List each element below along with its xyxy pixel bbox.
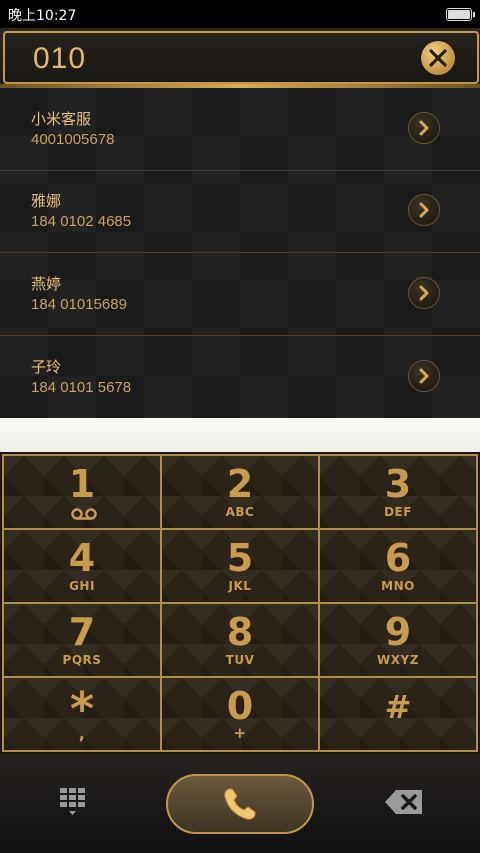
contact-results: 小米客服 4001005678 雅娜 184 0102 4685 燕婷 184 … [0, 88, 480, 418]
phone-icon [224, 788, 256, 820]
key-digit: 7 [68, 610, 96, 654]
contact-phone: 184 0102 4685 [31, 213, 132, 230]
contact-name: 雅娜 [31, 192, 62, 210]
battery-icon [446, 8, 475, 21]
key-digit: 1 [68, 462, 96, 506]
key-letters: ABC [225, 505, 255, 519]
status-time: 晚上10:27 [8, 8, 77, 24]
key-6[interactable]: 6 MNO [318, 528, 478, 604]
key-letters: JKL [228, 579, 252, 593]
contact-name: 小米客服 [31, 110, 92, 128]
key-1[interactable]: 1 [2, 454, 162, 530]
voicemail-icon [71, 508, 97, 520]
chevron-right-icon[interactable] [408, 112, 440, 144]
keypad-icon[interactable] [58, 786, 88, 818]
results-spacer [0, 418, 480, 452]
contact-name: 燕婷 [31, 275, 62, 293]
chevron-right-icon[interactable] [408, 277, 440, 309]
key-9[interactable]: 9 WXYZ [318, 602, 478, 678]
key-letters: , [78, 724, 86, 743]
backspace-icon[interactable] [384, 789, 424, 815]
key-4[interactable]: 4 GHI [2, 528, 162, 604]
contact-row[interactable]: 燕婷 184 01015689 [0, 253, 480, 336]
call-button[interactable] [166, 774, 314, 834]
contact-phone: 184 0101 5678 [31, 379, 132, 396]
dialed-number[interactable]: 010 [33, 42, 86, 76]
key-0[interactable]: 0 + [160, 676, 320, 752]
key-letters: TUV [225, 653, 255, 667]
dial-pad: 1 2 ABC 3 DEF 4 GHI 5 JKL 6 MNO 7 PQRS 8… [0, 452, 480, 754]
chevron-right-icon[interactable] [408, 360, 440, 392]
contact-row[interactable]: 小米客服 4001005678 [0, 88, 480, 171]
key-digit: 9 [384, 610, 412, 654]
key-letters: DEF [384, 505, 412, 519]
key-letters: WXYZ [377, 653, 419, 667]
contact-row[interactable]: 雅娜 184 0102 4685 [0, 170, 480, 253]
chevron-right-icon[interactable] [408, 194, 440, 226]
key-3[interactable]: 3 DEF [318, 454, 478, 530]
key-star[interactable]: * , [2, 676, 162, 752]
key-digit: 2 [226, 462, 254, 506]
key-letters: GHI [69, 579, 95, 593]
key-letters: + [233, 724, 247, 742]
key-7[interactable]: 7 PQRS [2, 602, 162, 678]
bottom-bar [0, 754, 480, 853]
contact-phone: 184 01015689 [31, 296, 127, 313]
key-digit: 3 [384, 462, 412, 506]
key-digit: 4 [68, 536, 96, 580]
contact-row[interactable]: 子玲 184 0101 5678 [0, 336, 480, 418]
clear-icon[interactable] [421, 41, 455, 75]
key-2[interactable]: 2 ABC [160, 454, 320, 530]
key-letters: PQRS [62, 653, 102, 667]
status-bar: 晚上10:27 [0, 0, 480, 28]
key-digit: 6 [384, 536, 412, 580]
number-bar: 010 [0, 28, 480, 88]
key-digit: 5 [226, 536, 254, 580]
key-digit: 8 [226, 610, 254, 654]
key-digit: # [384, 688, 412, 726]
key-hash[interactable]: # [318, 676, 478, 752]
key-letters: MNO [381, 579, 415, 593]
number-field[interactable]: 010 [3, 31, 479, 84]
contact-phone: 4001005678 [31, 131, 115, 148]
contact-name: 子玲 [31, 358, 62, 376]
key-digit: 0 [226, 684, 254, 728]
key-5[interactable]: 5 JKL [160, 528, 320, 604]
key-8[interactable]: 8 TUV [160, 602, 320, 678]
